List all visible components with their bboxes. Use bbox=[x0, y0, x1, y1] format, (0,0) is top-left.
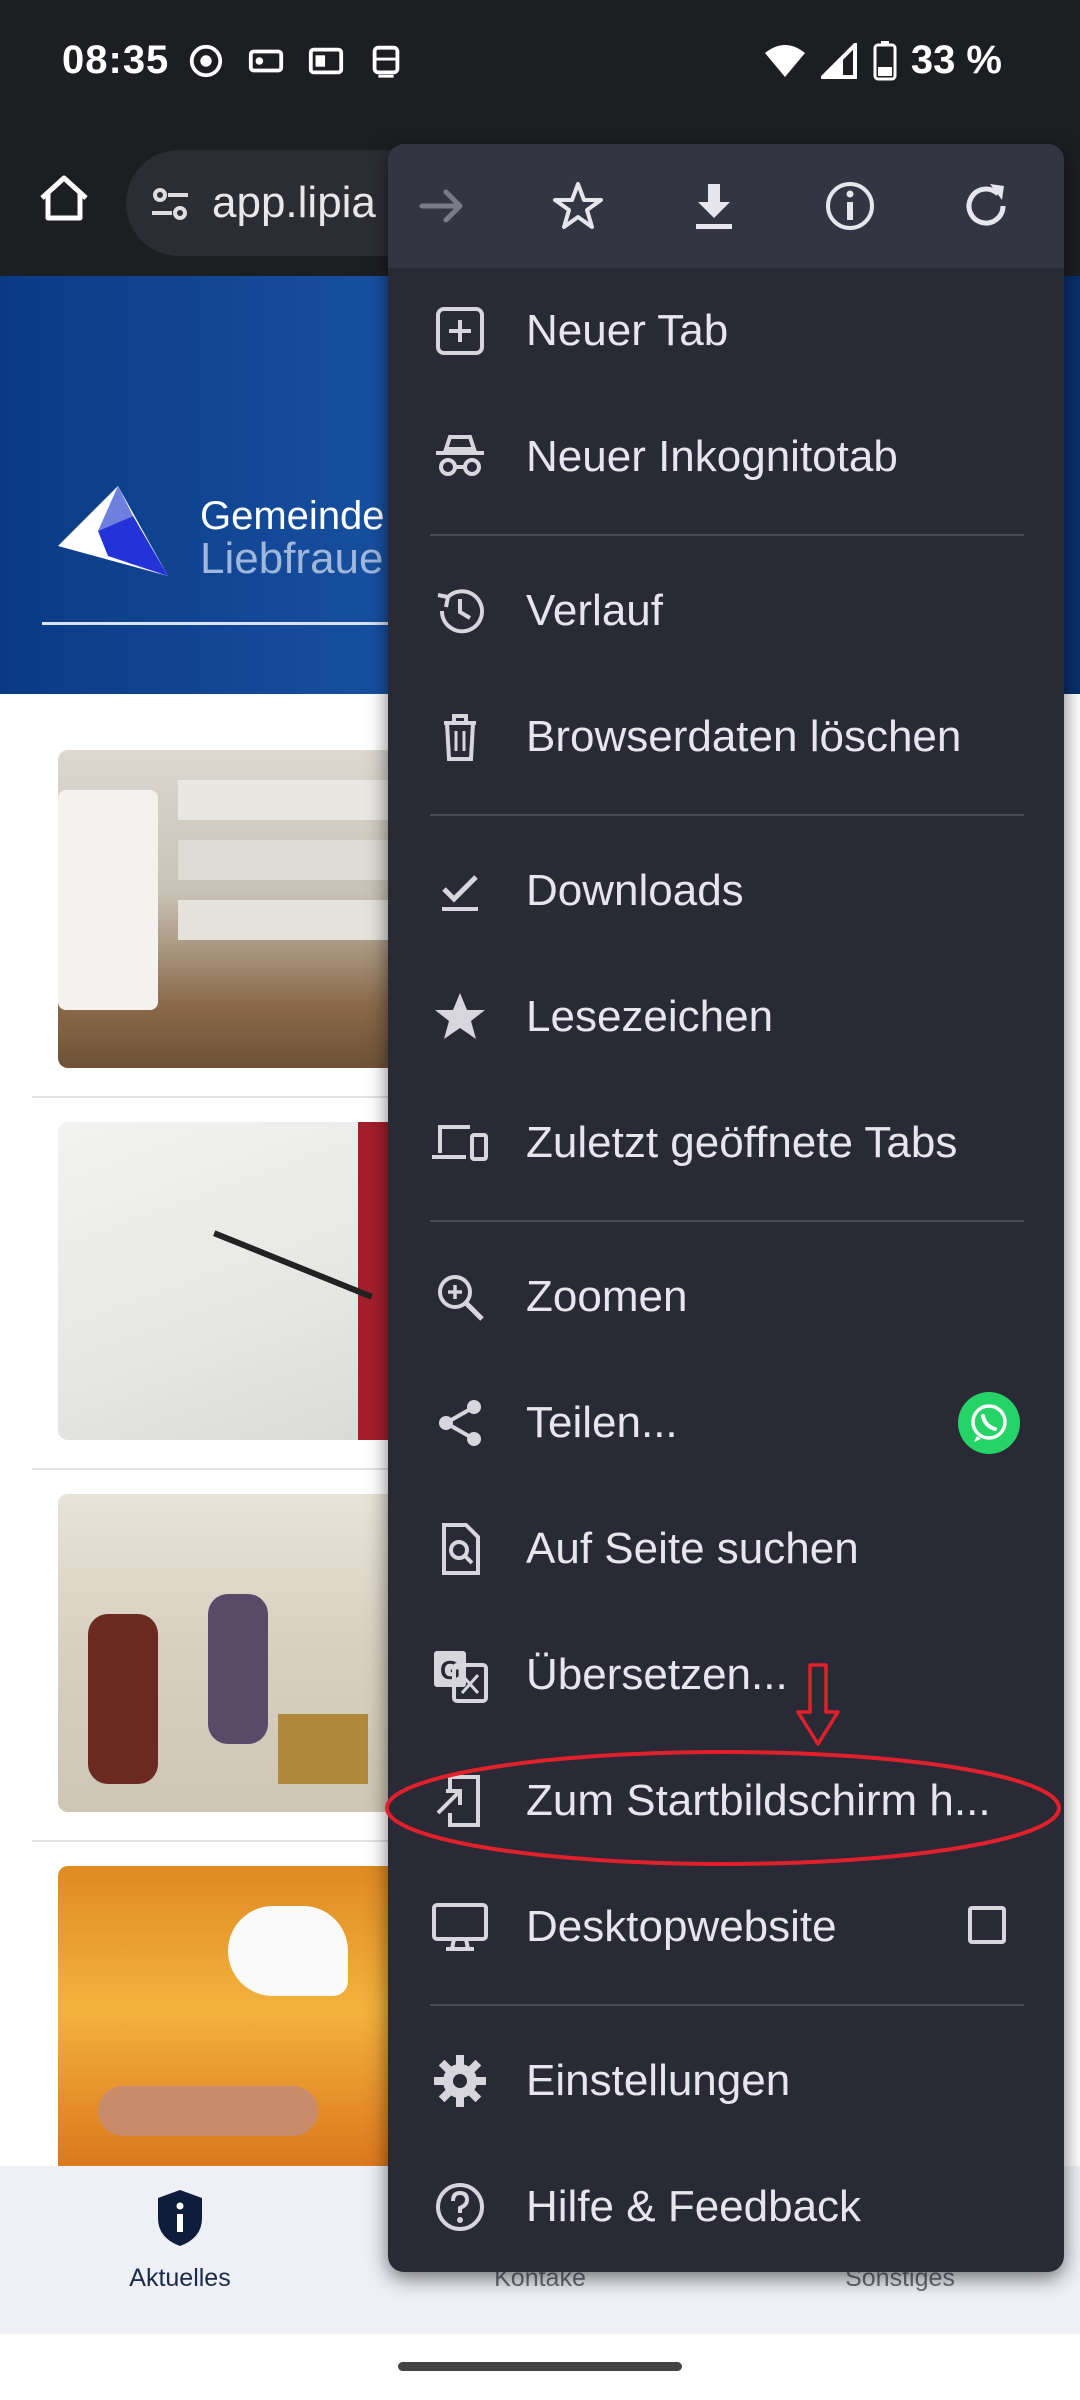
menu-item-new-incognito-tab[interactable]: Neuer Inkognitotab bbox=[388, 394, 1064, 520]
menu-item-label: Auf Seite suchen bbox=[526, 1524, 859, 1573]
menu-item-add-to-home-screen[interactable]: Zum Startbildschirm h... bbox=[388, 1738, 1064, 1864]
menu-item-find-in-page[interactable]: Auf Seite suchen bbox=[388, 1486, 1064, 1612]
menu-item-label: Neuer Inkognitotab bbox=[526, 432, 898, 481]
reload-icon[interactable] bbox=[956, 176, 1016, 236]
tram-icon bbox=[372, 45, 400, 78]
menu-action-row bbox=[388, 144, 1064, 268]
news-card[interactable] bbox=[32, 1840, 418, 2212]
bookmark-star-icon bbox=[435, 993, 485, 1039]
menu-item-label: Zum Startbildschirm h... bbox=[526, 1776, 991, 1825]
menu-item-label: Teilen... bbox=[526, 1398, 678, 1447]
info-icon[interactable] bbox=[820, 176, 880, 236]
menu-divider bbox=[430, 814, 1024, 816]
menu-item-label: Downloads bbox=[526, 866, 744, 915]
menu-item-translate[interactable]: G Übersetzen... bbox=[388, 1612, 1064, 1738]
menu-item-history[interactable]: Verlauf bbox=[388, 548, 1064, 674]
signal-icon bbox=[820, 42, 857, 79]
menu-item-label: Einstellungen bbox=[526, 2056, 791, 2105]
forward-icon[interactable] bbox=[412, 176, 472, 236]
menu-item-recent-tabs[interactable]: Zuletzt geöffnete Tabs bbox=[388, 1080, 1064, 1206]
menu-item-new-tab[interactable]: Neuer Tab bbox=[388, 268, 1064, 394]
devices-icon bbox=[432, 1125, 488, 1161]
news-thumbnail bbox=[58, 1122, 418, 1440]
menu-item-downloads[interactable]: Downloads bbox=[388, 828, 1064, 954]
menu-item-label: Zoomen bbox=[526, 1272, 688, 1321]
desktop-site-checkbox[interactable] bbox=[968, 1906, 1006, 1944]
menu-item-label: Desktopwebsite bbox=[526, 1902, 837, 1951]
logo-text-line1: Gemeinde bbox=[200, 494, 385, 538]
menu-item-bookmarks[interactable]: Lesezeichen bbox=[388, 954, 1064, 1080]
notification-icons bbox=[186, 42, 406, 80]
news-card[interactable] bbox=[32, 1096, 418, 1470]
help-icon bbox=[436, 2183, 484, 2231]
news-thumbnail bbox=[58, 750, 418, 1068]
logo-icon bbox=[58, 486, 168, 576]
incognito-icon bbox=[436, 435, 484, 476]
outlook-icon bbox=[308, 47, 344, 75]
car-icon bbox=[248, 49, 284, 73]
chrome-icon bbox=[189, 44, 223, 78]
wifi-icon bbox=[764, 44, 805, 77]
share-icon bbox=[439, 1400, 481, 1446]
find-in-page-icon bbox=[442, 1523, 480, 1575]
news-thumbnail bbox=[58, 1494, 418, 1812]
site-settings-icon[interactable] bbox=[148, 182, 192, 226]
news-card[interactable] bbox=[32, 1468, 418, 1842]
shield-info-icon bbox=[158, 2190, 202, 2246]
hero-divider bbox=[42, 622, 442, 625]
menu-item-zoom[interactable]: Zoomen bbox=[388, 1234, 1064, 1360]
menu-item-label: Lesezeichen bbox=[526, 992, 774, 1041]
menu-item-label: Browserdaten löschen bbox=[526, 712, 962, 761]
menu-item-clear-data[interactable]: Browserdaten löschen bbox=[388, 674, 1064, 800]
new-tab-icon bbox=[436, 307, 484, 355]
news-card[interactable] bbox=[32, 724, 418, 1098]
svg-text:G: G bbox=[440, 1655, 460, 1685]
battery-percent: 33 % bbox=[910, 38, 1002, 82]
menu-item-label: Neuer Tab bbox=[526, 306, 729, 355]
downloads-icon bbox=[442, 875, 478, 911]
menu-divider bbox=[430, 1220, 1024, 1222]
gesture-bar[interactable] bbox=[398, 2362, 682, 2371]
menu-item-label: Verlauf bbox=[526, 586, 663, 635]
browser-overflow-menu: Neuer Tab Neuer Inkognitotab Verlauf Bro… bbox=[388, 144, 1064, 2272]
home-icon[interactable] bbox=[34, 168, 94, 228]
star-icon[interactable] bbox=[548, 176, 608, 236]
menu-item-label: Zuletzt geöffnete Tabs bbox=[526, 1118, 958, 1167]
status-time: 08:35 bbox=[62, 38, 170, 82]
desktop-icon bbox=[432, 1903, 488, 1951]
menu-item-share[interactable]: Teilen... bbox=[388, 1360, 1064, 1486]
url-text: app.lipia bbox=[212, 178, 376, 227]
status-right: 33 % bbox=[763, 38, 1002, 83]
menu-divider bbox=[430, 534, 1024, 536]
menu-item-settings[interactable]: Einstellungen bbox=[388, 2018, 1064, 2144]
menu-item-label: Hilfe & Feedback bbox=[526, 2182, 862, 2231]
menu-divider bbox=[430, 2004, 1024, 2006]
zoom-icon bbox=[438, 1275, 484, 1321]
menu-item-help-feedback[interactable]: Hilfe & Feedback bbox=[388, 2144, 1064, 2270]
nav-item-aktuelles[interactable]: Aktuelles bbox=[30, 2188, 330, 2293]
translate-icon: G bbox=[434, 1651, 488, 1703]
download-icon[interactable] bbox=[684, 176, 744, 236]
whatsapp-icon[interactable] bbox=[958, 1392, 1020, 1454]
history-icon bbox=[437, 589, 484, 634]
menu-item-desktop-site[interactable]: Desktopwebsite bbox=[388, 1864, 1064, 1990]
menu-item-label: Übersetzen... bbox=[526, 1650, 788, 1699]
logo-text-line2: Liebfraue bbox=[200, 534, 384, 583]
news-thumbnail bbox=[58, 1866, 418, 2184]
nav-label: Aktuelles bbox=[129, 2264, 231, 2292]
status-bar: 08:35 33 % bbox=[0, 0, 1080, 130]
trash-icon bbox=[444, 714, 476, 761]
settings-icon bbox=[434, 2055, 486, 2107]
add-to-home-icon bbox=[436, 1775, 480, 1827]
battery-icon bbox=[873, 40, 897, 80]
